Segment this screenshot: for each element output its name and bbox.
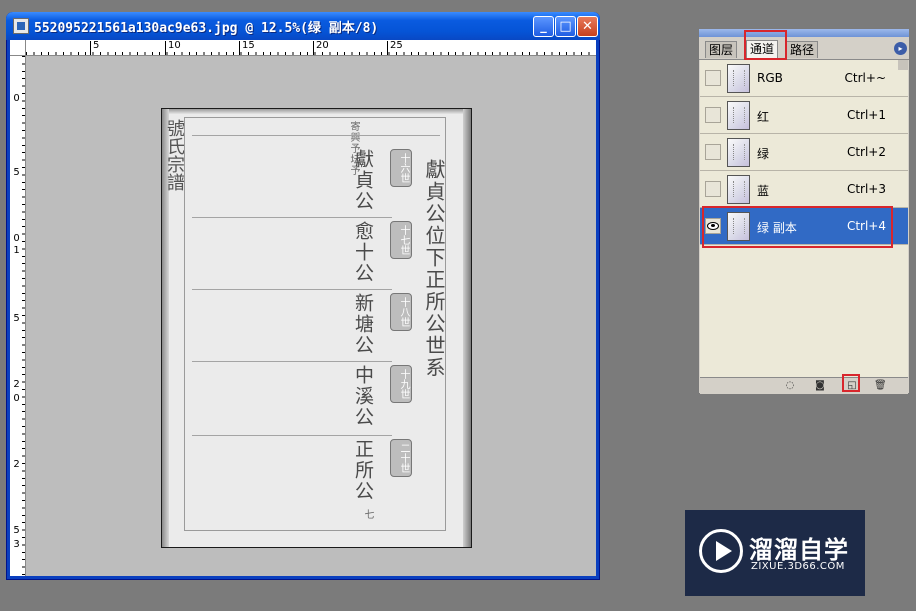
channel-thumbnail — [727, 64, 750, 93]
panel-tab-bar: 图层 通道 路径 ▸ — [699, 37, 909, 60]
watermark-brand: 溜溜自学 — [749, 536, 849, 564]
ruler-origin[interactable] — [10, 40, 26, 56]
generation-badge: 十九世 — [390, 365, 412, 403]
ruler-h-label: 20 — [313, 41, 329, 55]
divider — [192, 289, 392, 290]
panel-menu-icon[interactable]: ▸ — [894, 42, 907, 55]
scanned-genealogy-page[interactable]: 號氏宗譜 寄興予坛予 獻貞公位下正所公世系 十六世 十七世 十八世 十九世 二十… — [161, 108, 472, 548]
watermark-logo: 溜溜自学 ZIXUE.3D66.COM — [685, 510, 865, 596]
channel-thumbnail — [727, 175, 750, 204]
document-title: 552095221561a130ac9e63.jpg @ 12.5%(绿 副本/… — [34, 21, 379, 36]
highlight-channels-tab — [744, 30, 787, 60]
tab-layers[interactable]: 图层 — [705, 41, 738, 58]
ancestor-name: 中溪公 — [352, 365, 374, 428]
page-number: 七 — [362, 509, 373, 520]
ancestor-name: 正所公 — [352, 439, 374, 502]
ruler-h-label: 15 — [239, 41, 255, 55]
document-client-area: 5 10 15 20 25 0 5 0 1 5 2 0 2 5 3 號氏宗譜 寄… — [10, 40, 596, 576]
channel-row-rgb[interactable]: RGB Ctrl+~ — [700, 60, 908, 97]
page-heading: 獻貞公位下正所公世系 — [422, 159, 446, 379]
channel-shortcut: Ctrl+2 — [846, 145, 886, 159]
generation-badge: 十七世 — [390, 221, 412, 259]
canvas-area[interactable]: 號氏宗譜 寄興予坛予 獻貞公位下正所公世系 十六世 十七世 十八世 十九世 二十… — [26, 56, 596, 576]
page-left-title: 號氏宗譜 — [164, 119, 185, 191]
visibility-toggle[interactable] — [705, 144, 721, 160]
ruler-v-label: 5 — [13, 525, 20, 536]
delete-channel-icon[interactable]: 🗑 — [874, 380, 887, 391]
photoshop-document-icon[interactable] — [13, 18, 29, 34]
generation-badge: 二十世 — [390, 439, 412, 477]
divider — [192, 435, 392, 436]
visibility-toggle[interactable] — [705, 70, 721, 86]
page-edge — [463, 109, 471, 547]
ancestor-name: 獻貞公 — [352, 149, 374, 212]
channel-row-green[interactable]: 绿 Ctrl+2 — [700, 134, 908, 171]
channel-shortcut: Ctrl+1 — [846, 108, 886, 122]
ruler-v-label: 2 — [13, 459, 20, 470]
visibility-toggle[interactable] — [705, 181, 721, 197]
save-selection-icon[interactable]: ◙ — [814, 380, 826, 391]
channel-row-blue[interactable]: 蓝 Ctrl+3 — [700, 171, 908, 208]
watermark-url: ZIXUE.3D66.COM — [751, 561, 845, 572]
panel-button-bar: ◌ ◙ ◱ 🗑 — [700, 377, 908, 394]
ruler-v-label: 2 — [13, 379, 20, 390]
generation-badge: 十八世 — [390, 293, 412, 331]
visibility-toggle[interactable] — [705, 107, 721, 123]
play-logo-icon — [699, 529, 743, 573]
channel-row-red[interactable]: 红 Ctrl+1 — [700, 97, 908, 134]
ruler-v-label: 0 — [13, 393, 20, 404]
ruler-h-label: 25 — [387, 41, 403, 55]
ruler-v-label: 3 — [13, 539, 20, 550]
ruler-v-label: 5 — [13, 313, 20, 324]
ruler-v-label: 0 — [13, 233, 20, 244]
load-selection-icon[interactable]: ◌ — [784, 380, 796, 391]
channel-thumbnail — [727, 138, 750, 167]
ancestor-name: 新塘公 — [352, 293, 374, 356]
channel-shortcut: Ctrl+3 — [846, 182, 886, 196]
ruler-v-label: 1 — [13, 245, 20, 256]
divider — [192, 135, 440, 136]
close-button[interactable]: ✕ — [577, 16, 598, 37]
tab-paths[interactable]: 路径 — [786, 41, 819, 58]
channel-name: 蓝 — [757, 184, 770, 198]
document-title-bar[interactable]: 552095221561a130ac9e63.jpg @ 12.5%(绿 副本/… — [6, 12, 600, 40]
channel-name: 红 — [757, 110, 770, 124]
panel-drag-bar[interactable] — [699, 29, 909, 37]
highlight-green-copy-row — [702, 206, 893, 248]
divider — [192, 217, 392, 218]
ruler-v-label: 5 — [13, 167, 20, 178]
generation-badge: 十六世 — [390, 149, 412, 187]
ruler-h-label: 10 — [165, 41, 181, 55]
highlight-new-channel-button — [842, 374, 860, 392]
ruler-v-label: 0 — [13, 93, 20, 104]
ancestor-name: 愈十公 — [352, 221, 374, 284]
minimize-button[interactable]: _ — [533, 16, 554, 37]
document-window: 552095221561a130ac9e63.jpg @ 12.5%(绿 副本/… — [6, 12, 600, 580]
channel-thumbnail — [727, 101, 750, 130]
maximize-button[interactable]: □ — [555, 16, 576, 37]
ruler-h-label: 5 — [90, 41, 99, 55]
vertical-ruler[interactable]: 0 5 0 1 5 2 0 2 5 3 — [10, 56, 26, 576]
horizontal-ruler[interactable]: 5 10 15 20 25 — [26, 40, 596, 56]
channel-name: RGB — [757, 71, 783, 85]
channel-shortcut: Ctrl+~ — [844, 71, 886, 85]
page-edge — [162, 109, 471, 114]
channel-name: 绿 — [757, 147, 770, 161]
divider — [192, 361, 392, 362]
